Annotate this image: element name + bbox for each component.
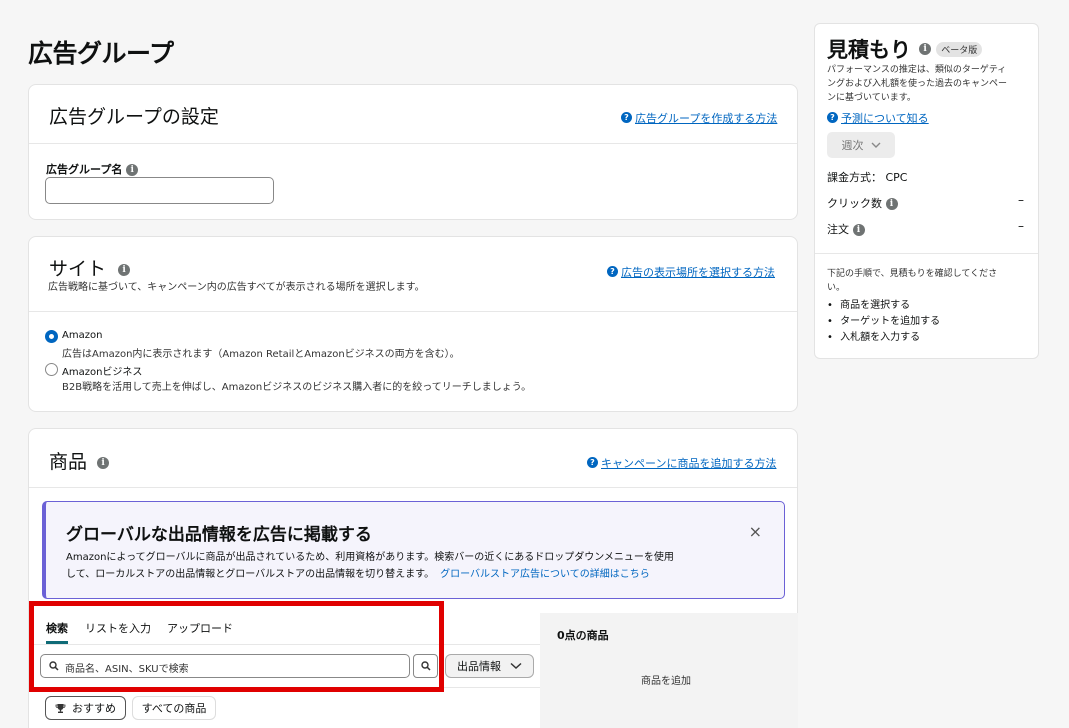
info-icon: i bbox=[885, 198, 898, 210]
banner-body-line1: Amazonによってグローバルに商品が出品されているため、利用資格があります。検… bbox=[66, 552, 674, 563]
estimate-heading: 見積もり i ベータ版 bbox=[827, 34, 983, 64]
option-business-desc: B2B戦略を活用して売上を伸ばし、Amazonビジネスのビジネス購入者に的を絞っ… bbox=[62, 382, 532, 393]
settings-divider bbox=[29, 143, 797, 144]
orders-label: 注文 i bbox=[827, 221, 865, 237]
orders-value: – bbox=[1018, 219, 1024, 233]
help-icon: ? bbox=[621, 112, 632, 123]
banner-body-line2: して、ローカルストアの出品情報とグローバルストアの出品情報を切り替えます。 グロー… bbox=[66, 569, 650, 580]
estimate-divider bbox=[815, 253, 1038, 254]
help-icon: ? bbox=[587, 457, 598, 468]
list-item: • ターゲットを追加する bbox=[827, 316, 941, 327]
products-heading: 商品 i bbox=[49, 447, 110, 474]
info-icon: i bbox=[126, 164, 139, 176]
forecast-link[interactable]: ? 予測について知る bbox=[827, 107, 929, 126]
clicks-label: クリック数 i bbox=[827, 195, 898, 211]
billing-method: 課金方式： CPC bbox=[827, 171, 908, 184]
period-dropdown[interactable]: 週次 bbox=[827, 132, 895, 158]
radio-amazon[interactable] bbox=[45, 330, 58, 343]
info-icon: i bbox=[852, 224, 865, 236]
site-help-link[interactable]: ? 広告の表示場所を選択する方法 bbox=[607, 261, 775, 280]
filter-recommended[interactable]: おすすめ bbox=[45, 696, 126, 720]
page-title: 広告グループ bbox=[28, 39, 174, 68]
site-description: 広告戦略に基づいて、キャンペーン内の広告すべてが表示される場所を選択します。 bbox=[48, 282, 425, 293]
settings-heading: 広告グループの設定 bbox=[49, 106, 219, 128]
ad-group-name-label: 広告グループ名 i bbox=[46, 161, 139, 177]
steps-list: • 商品を選択する • ターゲットを追加する • 入札額を入力する bbox=[827, 298, 940, 346]
added-products-count: 0点の商品 bbox=[557, 629, 609, 642]
site-divider bbox=[29, 311, 797, 312]
site-heading: サイト i bbox=[49, 254, 131, 281]
help-icon: ? bbox=[607, 266, 618, 277]
estimate-description: パフォーマンスの推定は、類似のターゲティ ングおよび入札額を使った過去のキャンペ… bbox=[827, 65, 1008, 103]
estimate-panel: 見積もり i ベータ版 パフォーマンスの推定は、類似のターゲティ ングおよび入札… bbox=[814, 23, 1039, 359]
ad-group-settings-card: 広告グループの設定 ? 広告グループを作成する方法 広告グループ名 i bbox=[28, 84, 798, 220]
banner-details-link[interactable]: グローバルストア広告についての詳細はこちら bbox=[440, 569, 650, 580]
option-amazon-desc: 広告はAmazon内に表示されます（Amazon RetailとAmazonビジ… bbox=[62, 349, 460, 360]
list-item: • 入札額を入力する bbox=[827, 332, 921, 343]
help-icon: ? bbox=[827, 112, 838, 123]
products-help-link[interactable]: ? キャンペーンに商品を追加する方法 bbox=[587, 452, 776, 471]
added-products-empty: 商品を追加 bbox=[641, 676, 691, 687]
listing-dropdown[interactable]: 出品情報 bbox=[445, 654, 534, 678]
list-item: • 商品を選択する bbox=[827, 300, 911, 311]
beta-badge: ベータ版 bbox=[936, 41, 983, 57]
products-divider bbox=[29, 487, 797, 488]
clicks-value: – bbox=[1018, 193, 1024, 207]
option-amazon-label: Amazon bbox=[62, 330, 103, 341]
info-icon: i bbox=[118, 263, 131, 276]
radio-amazon-business[interactable] bbox=[45, 363, 58, 376]
banner-title: グローバルな出品情報を広告に掲載する bbox=[66, 525, 372, 545]
chevron-down-icon bbox=[871, 142, 880, 148]
added-products-panel: 0点の商品 商品を追加 bbox=[540, 613, 798, 728]
settings-help-link[interactable]: ? 広告グループを作成する方法 bbox=[621, 107, 777, 126]
banner-close-button[interactable]: × bbox=[749, 522, 762, 541]
steps-intro: 下記の手順で、見積もりを確認してくださ い。 bbox=[827, 269, 998, 293]
highlight-box bbox=[29, 601, 444, 692]
trophy-icon bbox=[55, 703, 66, 713]
option-business-label: Amazonビジネス bbox=[62, 367, 143, 378]
filter-all-products[interactable]: すべての商品 bbox=[132, 696, 216, 720]
chevron-down-icon bbox=[510, 662, 522, 670]
site-card: サイト i 広告戦略に基づいて、キャンペーン内の広告すべてが表示される場所を選択… bbox=[28, 236, 798, 412]
info-icon: i bbox=[97, 456, 110, 469]
global-listing-banner: グローバルな出品情報を広告に掲載する × Amazonによってグローバルに商品が… bbox=[42, 501, 785, 599]
ad-group-name-input[interactable] bbox=[45, 177, 274, 204]
info-icon: i bbox=[919, 43, 932, 55]
